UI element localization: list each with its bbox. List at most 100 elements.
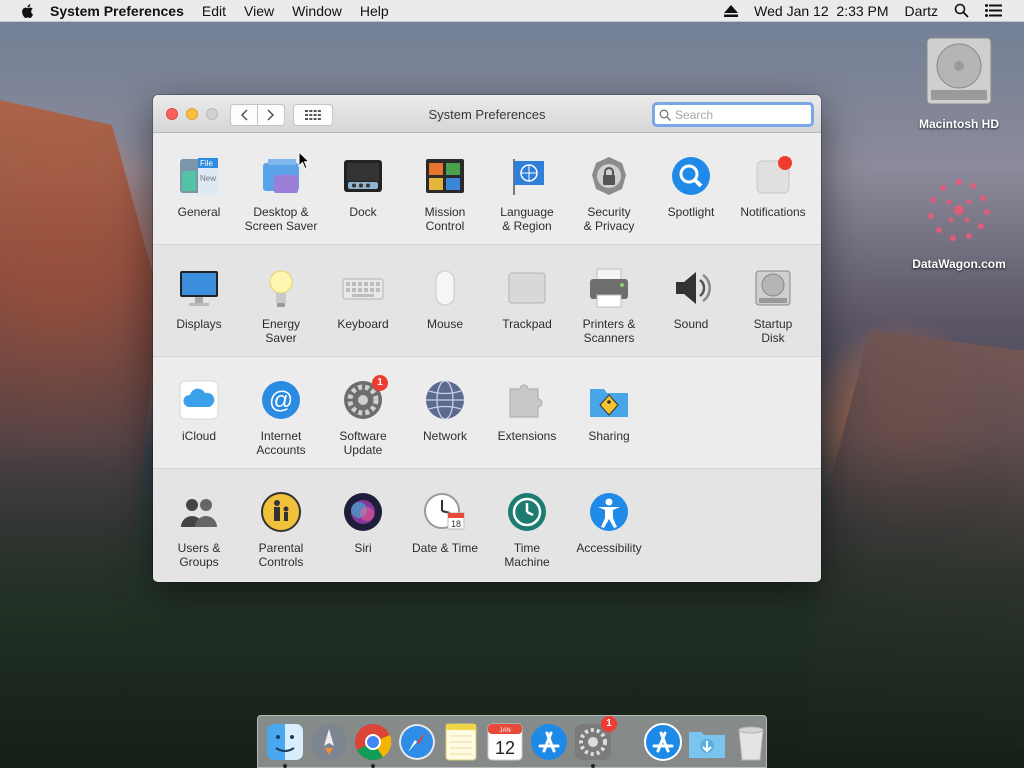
pref-pane-label: Spotlight xyxy=(667,205,715,219)
dock-finder[interactable] xyxy=(265,722,305,768)
notification-center-icon[interactable] xyxy=(985,4,1002,17)
pref-pane-dock[interactable]: Dock xyxy=(322,155,404,244)
pref-pane-network[interactable]: Network xyxy=(404,379,486,468)
pref-pane-users-groups[interactable]: Users & Groups xyxy=(158,491,240,581)
pref-pane-language-region[interactable]: Language & Region xyxy=(486,155,568,244)
software-update-icon: 1 xyxy=(342,375,388,421)
pref-pane-label: Mouse xyxy=(426,317,464,331)
pref-pane-icloud[interactable]: iCloud xyxy=(158,379,240,468)
desktop-icon-macintosh-hd[interactable]: Macintosh HD xyxy=(904,32,1014,131)
dock-downloads-folder[interactable] xyxy=(687,722,727,762)
menu-window[interactable]: Window xyxy=(292,3,342,19)
dock-safari[interactable] xyxy=(397,722,437,762)
pref-pane-general[interactable]: File New General xyxy=(158,155,240,244)
pref-pane-label: Trackpad xyxy=(502,317,552,331)
pref-pane-label: Printers & Scanners xyxy=(582,317,636,345)
downloads-folder-icon xyxy=(689,731,725,758)
menu-user[interactable]: Dartz xyxy=(905,3,938,19)
pref-pane-sharing[interactable]: Sharing xyxy=(568,379,650,468)
users-groups-icon xyxy=(178,491,220,533)
pref-pane-date-time[interactable]: 18 Date & Time xyxy=(404,491,486,581)
app-store-folder-icon xyxy=(644,722,682,761)
desktop-icon-datawagon[interactable]: DataWagon.com xyxy=(904,172,1014,271)
running-indicator xyxy=(283,763,287,768)
menu-view[interactable]: View xyxy=(244,3,274,19)
app-store-icon xyxy=(531,723,567,760)
dock: JAN 12 1 xyxy=(257,715,767,768)
pref-pane-extensions[interactable]: Extensions xyxy=(486,379,568,468)
menu-app-name[interactable]: System Preferences xyxy=(50,3,184,19)
dock-chrome[interactable] xyxy=(353,722,393,768)
parental-controls-icon xyxy=(260,491,302,533)
pref-pane-label: Desktop & Screen Saver xyxy=(244,205,318,233)
dock-calendar[interactable]: JAN 12 xyxy=(485,722,525,762)
pref-pane-label: Energy Saver xyxy=(261,317,301,345)
pref-pane-startup-disk[interactable]: Startup Disk xyxy=(732,267,814,356)
date-time-icon: 18 xyxy=(424,491,466,533)
search-input[interactable] xyxy=(675,107,805,122)
pref-pane-mouse[interactable]: Mouse xyxy=(404,267,486,356)
pref-pane-sound[interactable]: Sound xyxy=(650,267,732,356)
menu-help[interactable]: Help xyxy=(360,3,389,19)
running-indicator xyxy=(591,763,595,768)
dock-trash[interactable] xyxy=(731,722,771,762)
mission-control-icon xyxy=(424,155,466,197)
search-icon xyxy=(659,109,671,121)
pref-pane-label: General xyxy=(177,205,221,219)
menu-clock[interactable]: Wed Jan 12 2:33 PM xyxy=(754,3,888,19)
pref-pane-printers-scanners[interactable]: Printers & Scanners xyxy=(568,267,650,356)
network-icon xyxy=(424,379,466,421)
desktop-icon-label: DataWagon.com xyxy=(912,257,1006,271)
pref-pane-label: Network xyxy=(422,429,467,443)
printers-scanners-icon xyxy=(588,267,630,309)
dock-app-store[interactable] xyxy=(529,722,569,762)
pref-pane-label: Startup Disk xyxy=(753,317,793,345)
calendar-month: JAN xyxy=(499,728,510,734)
energy-saver-icon xyxy=(260,267,302,309)
pref-pane-parental-controls[interactable]: Parental Controls xyxy=(240,491,322,581)
pref-pane-energy-saver[interactable]: Energy Saver xyxy=(240,267,322,356)
apple-menu-icon[interactable] xyxy=(20,3,36,19)
search-field[interactable] xyxy=(652,102,814,127)
pref-pane-label: Extensions xyxy=(497,429,557,443)
displays-icon xyxy=(178,267,220,309)
spotlight-icon xyxy=(670,155,712,197)
dock-notes[interactable] xyxy=(441,722,481,762)
pref-pane-label: Date & Time xyxy=(411,541,479,555)
calendar-day: 12 xyxy=(495,738,515,758)
pref-pane-software-update[interactable]: 1 Software Update xyxy=(322,375,404,468)
pref-pane-mission-control[interactable]: Mission Control xyxy=(404,155,486,244)
pref-pane-displays[interactable]: Displays xyxy=(158,267,240,356)
sharing-icon xyxy=(588,379,630,421)
pref-pane-spotlight[interactable]: Spotlight xyxy=(650,155,732,244)
trash-icon xyxy=(738,726,764,760)
pref-pane-security-privacy[interactable]: Security & Privacy xyxy=(568,155,650,244)
pref-pane-label: Mission Control xyxy=(424,205,466,233)
dock-app-store-folder[interactable] xyxy=(643,722,683,762)
security-privacy-icon xyxy=(588,155,630,197)
notifications-icon xyxy=(752,155,794,197)
window-titlebar[interactable]: System Preferences xyxy=(153,95,821,133)
pref-pane-time-machine[interactable]: Time Machine xyxy=(486,491,568,581)
launchpad-icon xyxy=(311,723,347,760)
pref-pane-label: iCloud xyxy=(181,429,217,443)
siri-icon xyxy=(342,491,384,533)
pref-pane-trackpad[interactable]: Trackpad xyxy=(486,267,568,356)
dock-system-preferences[interactable]: 1 xyxy=(573,715,617,768)
eject-icon[interactable] xyxy=(724,4,739,17)
dock-launchpad[interactable] xyxy=(309,722,349,762)
pref-pane-notifications[interactable]: Notifications xyxy=(732,155,814,244)
pref-pane-accessibility[interactable]: Accessibility xyxy=(568,491,650,581)
notes-icon xyxy=(445,723,477,760)
calendar-icon: JAN 12 xyxy=(487,723,523,760)
pref-pane-label: Accessibility xyxy=(576,541,642,555)
general-icon: File New xyxy=(178,155,220,197)
spotlight-search-icon[interactable] xyxy=(954,3,969,18)
pref-pane-siri[interactable]: Siri xyxy=(322,491,404,581)
pref-pane-keyboard[interactable]: Keyboard xyxy=(322,267,404,356)
pref-pane-internet-accounts[interactable]: @ Internet Accounts xyxy=(240,379,322,468)
pref-pane-label: Software Update xyxy=(339,429,387,457)
menu-bar: System Preferences Edit View Window Help… xyxy=(0,0,1024,22)
internet-accounts-icon: @ xyxy=(260,379,302,421)
menu-edit[interactable]: Edit xyxy=(202,3,226,19)
